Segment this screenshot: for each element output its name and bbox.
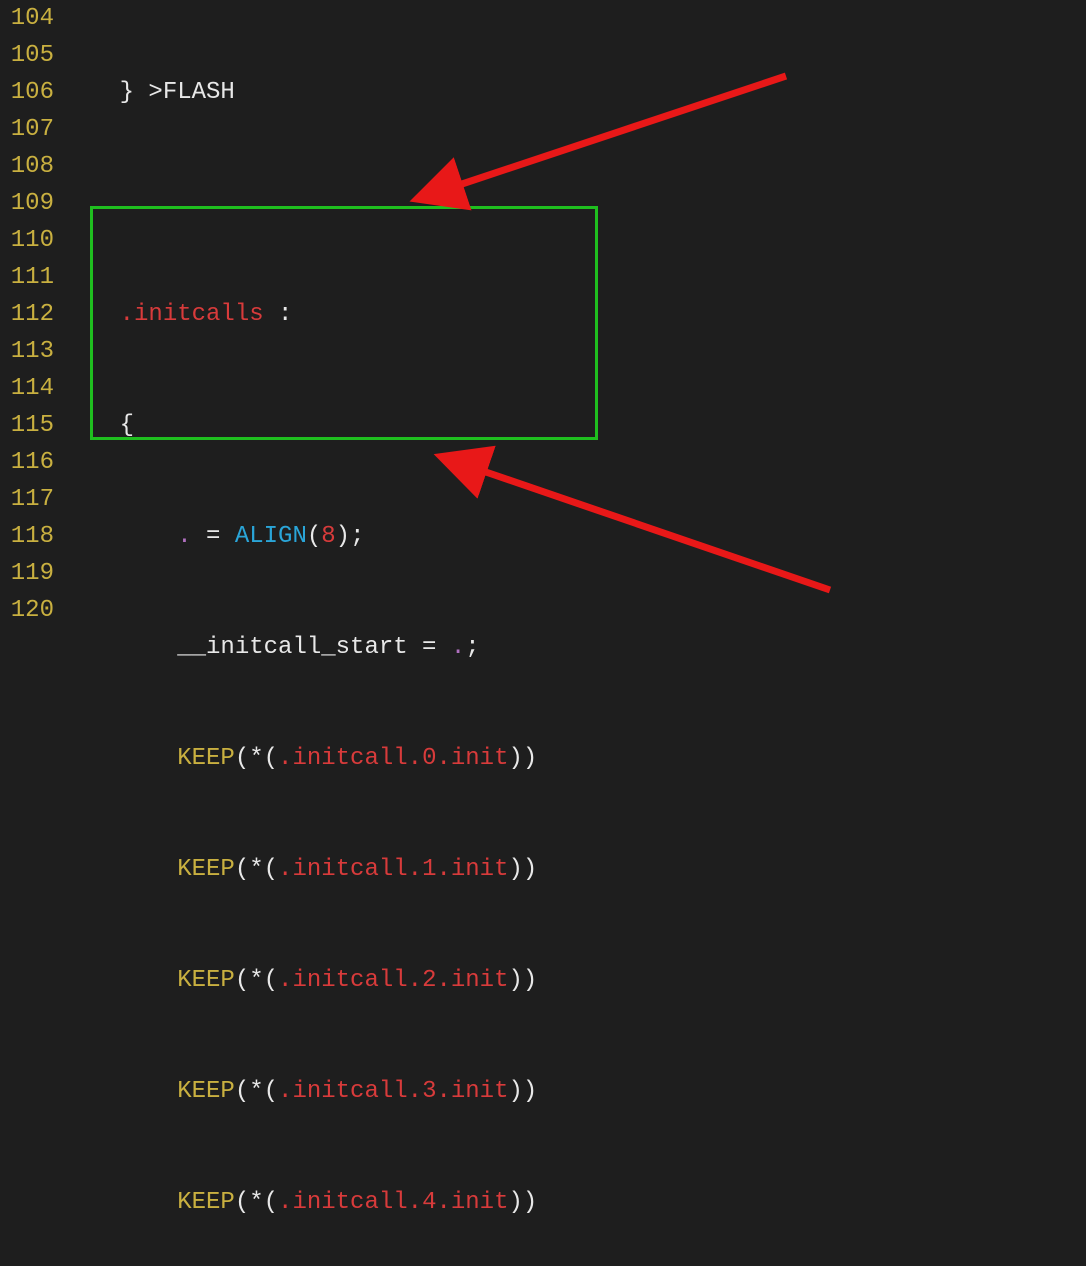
line-number: 115 [0, 407, 54, 444]
code-line: .initcalls : [62, 296, 1086, 333]
line-number: 109 [0, 185, 54, 222]
code-line: __initcall_start = .; [62, 629, 1086, 666]
line-number: 113 [0, 333, 54, 370]
line-number: 107 [0, 111, 54, 148]
line-number: 106 [0, 74, 54, 111]
code-line: KEEP(*(.initcall.3.init)) [62, 1073, 1086, 1110]
code-content[interactable]: } >FLASH .initcalls : { . = ALIGN(8); __… [62, 0, 1086, 1266]
code-line: . = ALIGN(8); [62, 518, 1086, 555]
line-number: 120 [0, 592, 54, 629]
line-number: 112 [0, 296, 54, 333]
line-number: 111 [0, 259, 54, 296]
line-number: 118 [0, 518, 54, 555]
line-number: 110 [0, 222, 54, 259]
code-line: KEEP(*(.initcall.4.init)) [62, 1184, 1086, 1221]
code-line: KEEP(*(.initcall.2.init)) [62, 962, 1086, 999]
line-number: 117 [0, 481, 54, 518]
code-line: KEEP(*(.initcall.0.init)) [62, 740, 1086, 777]
code-editor: 104 105 106 107 108 109 110 111 112 113 … [0, 0, 1086, 1266]
line-number: 105 [0, 37, 54, 74]
line-number: 108 [0, 148, 54, 185]
code-line: { [62, 407, 1086, 444]
code-line: } >FLASH [62, 74, 1086, 111]
code-line [62, 185, 1086, 222]
line-number: 104 [0, 0, 54, 37]
line-number-gutter: 104 105 106 107 108 109 110 111 112 113 … [0, 0, 62, 1266]
line-number: 114 [0, 370, 54, 407]
line-number: 116 [0, 444, 54, 481]
line-number: 119 [0, 555, 54, 592]
code-line: KEEP(*(.initcall.1.init)) [62, 851, 1086, 888]
